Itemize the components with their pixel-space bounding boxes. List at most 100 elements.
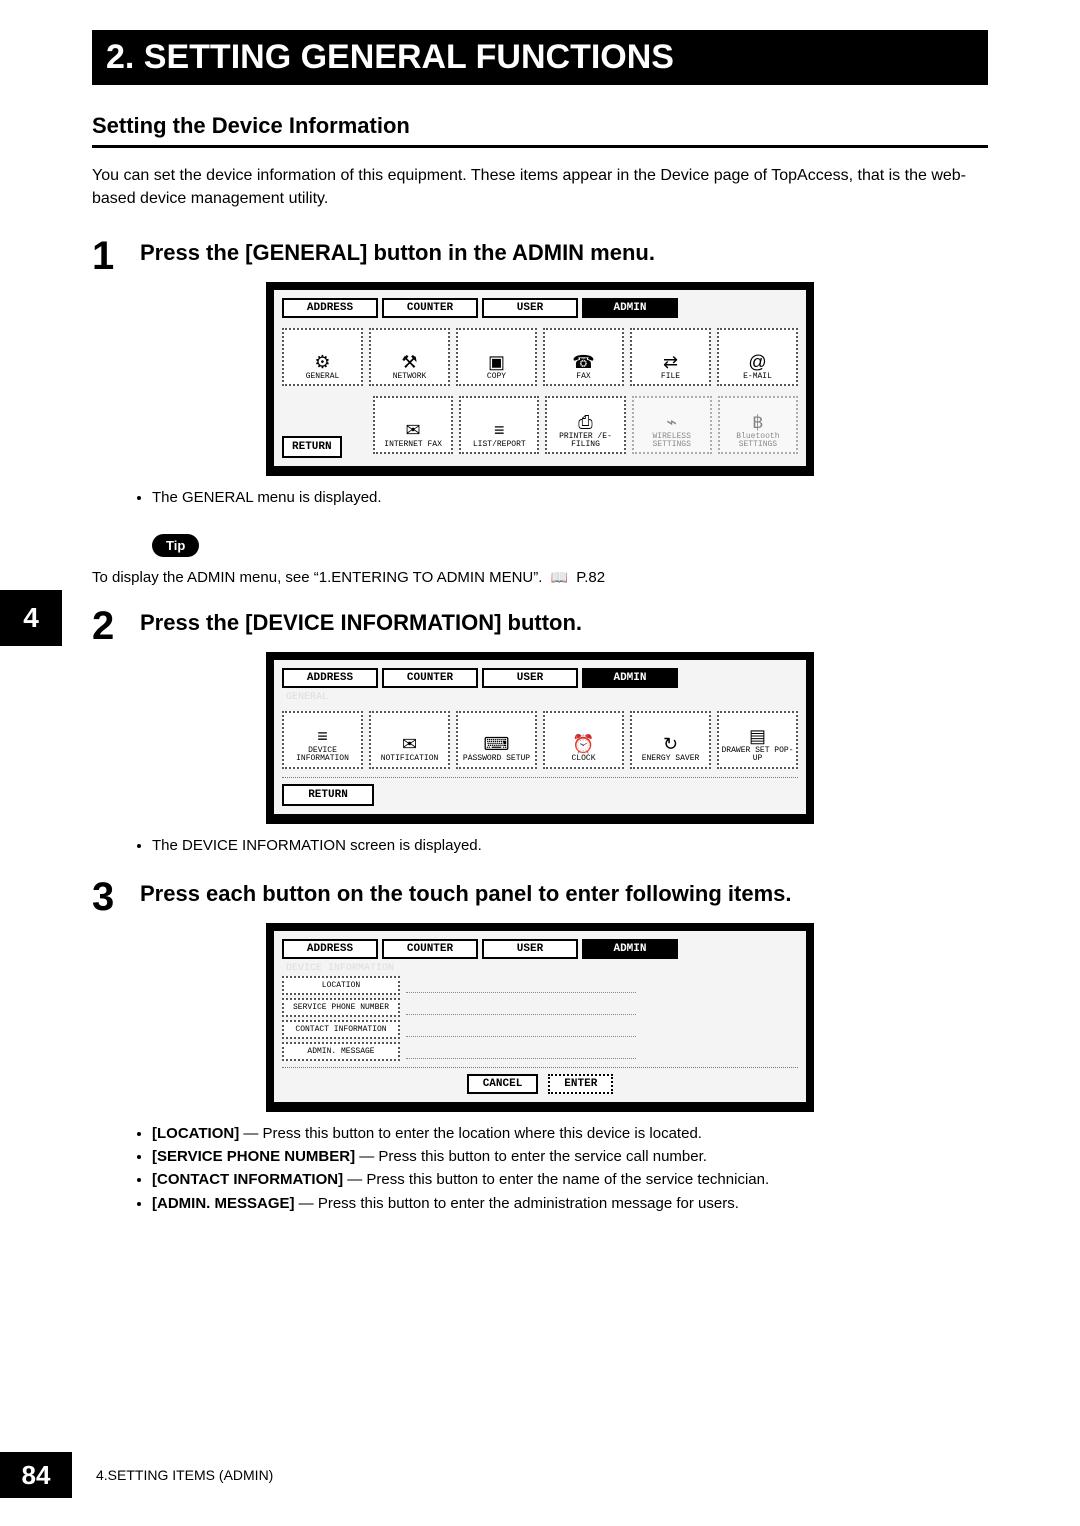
menu-item-internet-fax[interactable]: ✉ INTERNET FAX [373,396,453,454]
menu-icon: ≡ [317,727,328,745]
menu-label: Bluetooth SETTINGS [720,433,796,450]
panel-subtitle: DEVICE INFORMATION [286,963,798,974]
menu-label: ENERGY SAVER [642,755,700,763]
book-icon: 📖 [551,569,568,586]
panel-subtitle: GENERAL [286,692,798,703]
menu-item-copy[interactable]: ▣ COPY [456,328,537,386]
step-number: 3 [92,877,140,917]
section-title: Setting the Device Information [92,113,988,148]
menu-item-drawer-set-pop-up[interactable]: ▤ DRAWER SET POP-UP [717,711,798,769]
screenshot-device-info: ADDRESS COUNTER USER ADMIN DEVICE INFORM… [266,923,814,1112]
step-number: 2 [92,606,140,646]
menu-label: INTERNET FAX [384,441,442,449]
menu-label: DEVICE INFORMATION [284,747,361,764]
page-number: 84 [0,1452,72,1498]
menu-icon: ฿ [752,413,763,431]
menu-item-energy-saver[interactable]: ↻ ENERGY SAVER [630,711,711,769]
field-button-contact-information[interactable]: CONTACT INFORMATION [282,1020,400,1039]
footer-text: 4.SETTING ITEMS (ADMIN) [96,1467,273,1483]
menu-icon: ▣ [488,353,505,371]
field-value [406,1022,636,1037]
menu-label: PASSWORD SETUP [463,755,530,763]
menu-icon: ⇄ [663,353,678,371]
tab-address[interactable]: ADDRESS [282,668,378,688]
tab-user[interactable]: USER [482,298,578,318]
return-button[interactable]: RETURN [282,784,374,806]
tab-counter[interactable]: COUNTER [382,668,478,688]
menu-icon: ⌁ [666,413,677,431]
step-title: Press the [DEVICE INFORMATION] button. [140,610,582,636]
field-button-admin-message[interactable]: ADMIN. MESSAGE [282,1042,400,1061]
menu-label: GENERAL [306,373,340,381]
menu-icon: @ [748,353,766,371]
tip-badge: Tip [152,534,199,557]
menu-item-bluetooth-settings: ฿ Bluetooth SETTINGS [718,396,798,454]
screenshot-admin-menu: ADDRESS COUNTER USER ADMIN ⚙ GENERAL ⚒ NETW… [266,282,814,476]
menu-label: LIST/REPORT [473,441,526,449]
menu-icon: ⎙ [578,413,592,431]
menu-item-e-mail[interactable]: @ E-MAIL [717,328,798,386]
menu-item-password-setup[interactable]: ⌨ PASSWORD SETUP [456,711,537,769]
tab-counter[interactable]: COUNTER [382,298,478,318]
menu-label: COPY [487,373,506,381]
menu-item-wireless-settings: ⌁ WIRELESS SETTINGS [632,396,712,454]
menu-label: PRINTER /E-FILING [547,433,623,450]
menu-icon: ✉ [406,421,421,439]
tab-admin[interactable]: ADMIN [582,939,678,959]
step2-result: The DEVICE INFORMATION screen is display… [152,834,988,857]
description-item: [LOCATION] — Press this button to enter … [152,1122,988,1145]
menu-icon: ⚒ [401,353,417,371]
step-number: 1 [92,236,140,276]
tab-user[interactable]: USER [482,668,578,688]
tab-admin[interactable]: ADMIN [582,298,678,318]
cancel-button[interactable]: CANCEL [467,1074,539,1094]
menu-icon: ▤ [749,727,766,745]
menu-icon: ☎ [572,353,594,371]
menu-item-notification[interactable]: ✉ NOTIFICATION [369,711,450,769]
menu-icon: ✉ [402,735,417,753]
chapter-title: 2. SETTING GENERAL FUNCTIONS [92,30,988,85]
description-item: [ADMIN. MESSAGE] — Press this button to … [152,1192,988,1215]
menu-label: E-MAIL [743,373,772,381]
menu-label: NETWORK [393,373,427,381]
side-chapter-tab: 4 [0,590,62,646]
description-item: [SERVICE PHONE NUMBER] — Press this butt… [152,1145,988,1168]
menu-label: CLOCK [571,755,595,763]
menu-label: NOTIFICATION [381,755,439,763]
menu-icon: ⚙ [314,353,330,371]
menu-label: FAX [576,373,590,381]
tip-text: To display the ADMIN menu, see “1.ENTERI… [92,569,988,586]
menu-label: WIRELESS SETTINGS [634,433,710,450]
intro-paragraph: You can set the device information of th… [92,164,988,210]
menu-item-device-information[interactable]: ≡ DEVICE INFORMATION [282,711,363,769]
menu-icon: ≡ [494,421,505,439]
description-item: [CONTACT INFORMATION] — Press this butto… [152,1168,988,1191]
menu-item-network[interactable]: ⚒ NETWORK [369,328,450,386]
field-value [406,1000,636,1015]
menu-item-general[interactable]: ⚙ GENERAL [282,328,363,386]
tab-address[interactable]: ADDRESS [282,939,378,959]
tab-counter[interactable]: COUNTER [382,939,478,959]
step-title: Press each button on the touch panel to … [140,881,792,907]
menu-icon: ↻ [663,735,678,753]
field-value [406,978,636,993]
menu-label: DRAWER SET POP-UP [719,747,796,764]
tab-user[interactable]: USER [482,939,578,959]
menu-item-clock[interactable]: ⏰ CLOCK [543,711,624,769]
tab-admin[interactable]: ADMIN [582,668,678,688]
tab-address[interactable]: ADDRESS [282,298,378,318]
field-button-location[interactable]: LOCATION [282,976,400,995]
field-button-service-phone-number[interactable]: SERVICE PHONE NUMBER [282,998,400,1017]
menu-label: FILE [661,373,680,381]
step-title: Press the [GENERAL] button in the ADMIN … [140,240,655,266]
field-value [406,1044,636,1059]
enter-button[interactable]: ENTER [548,1074,613,1094]
menu-icon: ⌨ [484,735,510,753]
menu-item-file[interactable]: ⇄ FILE [630,328,711,386]
return-button[interactable]: RETURN [282,436,342,458]
menu-item-printer-e-filing[interactable]: ⎙ PRINTER /E-FILING [545,396,625,454]
step1-result: The GENERAL menu is displayed. [152,486,988,509]
menu-item-list-report[interactable]: ≡ LIST/REPORT [459,396,539,454]
menu-item-fax[interactable]: ☎ FAX [543,328,624,386]
menu-icon: ⏰ [572,735,594,753]
